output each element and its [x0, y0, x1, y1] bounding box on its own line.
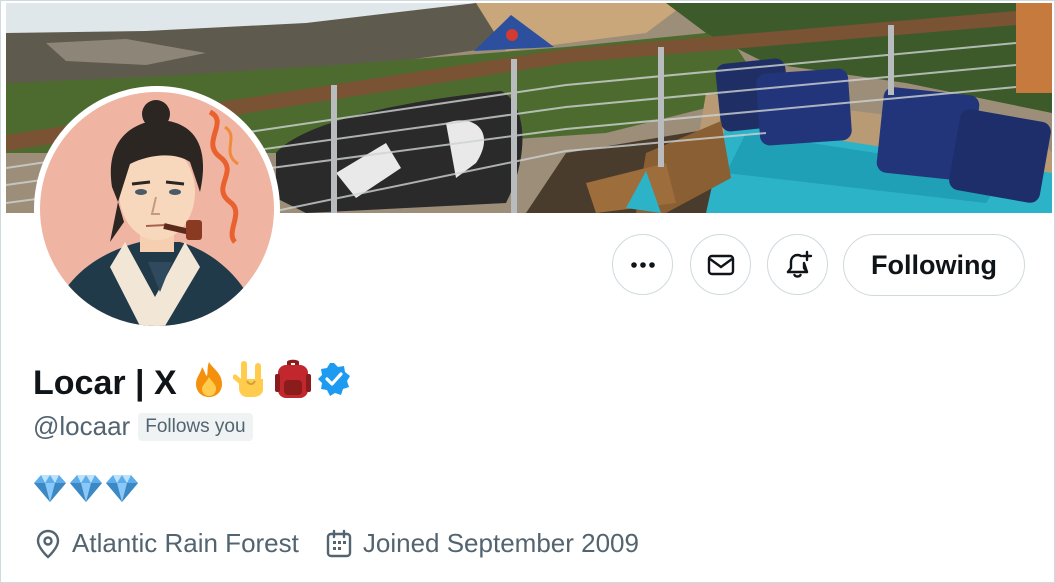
fire-emoji — [189, 359, 229, 408]
location-text: Atlantic Rain Forest — [72, 528, 299, 558]
bio — [33, 473, 139, 503]
joined-date-text: Joined September 2009 — [362, 528, 639, 558]
handle-row: @locaar Follows you — [33, 411, 253, 442]
gem-emoji — [106, 475, 138, 502]
bell-plus-icon — [786, 250, 812, 278]
rock-on-hand-emoji — [232, 359, 269, 408]
follows-you-badge: Follows you — [138, 412, 253, 441]
more-button[interactable] — [612, 234, 673, 295]
envelope-icon — [707, 254, 734, 275]
backpack-emoji — [273, 358, 313, 409]
verified-badge-icon[interactable] — [317, 362, 351, 405]
gem-emoji — [70, 475, 102, 502]
avatar-image — [40, 92, 274, 326]
gem-emoji — [34, 475, 66, 502]
following-button[interactable]: Following — [843, 234, 1025, 296]
profile-card: Following Locar | X @locaar Follows you … — [0, 0, 1055, 583]
profile-avatar[interactable] — [34, 86, 280, 332]
notifications-button[interactable] — [767, 234, 828, 295]
more-dots-icon — [630, 261, 655, 268]
display-name: Locar | X — [33, 363, 177, 402]
location-item: Atlantic Rain Forest — [34, 528, 299, 559]
profile-meta: Atlantic Rain Forest Joined September 20… — [34, 528, 665, 559]
location-pin-icon — [36, 529, 60, 559]
username: @locaar — [33, 411, 131, 441]
message-button[interactable] — [690, 234, 751, 295]
joined-item: Joined September 2009 — [325, 528, 639, 559]
calendar-icon — [326, 529, 352, 557]
display-name-row: Locar | X — [33, 359, 351, 408]
